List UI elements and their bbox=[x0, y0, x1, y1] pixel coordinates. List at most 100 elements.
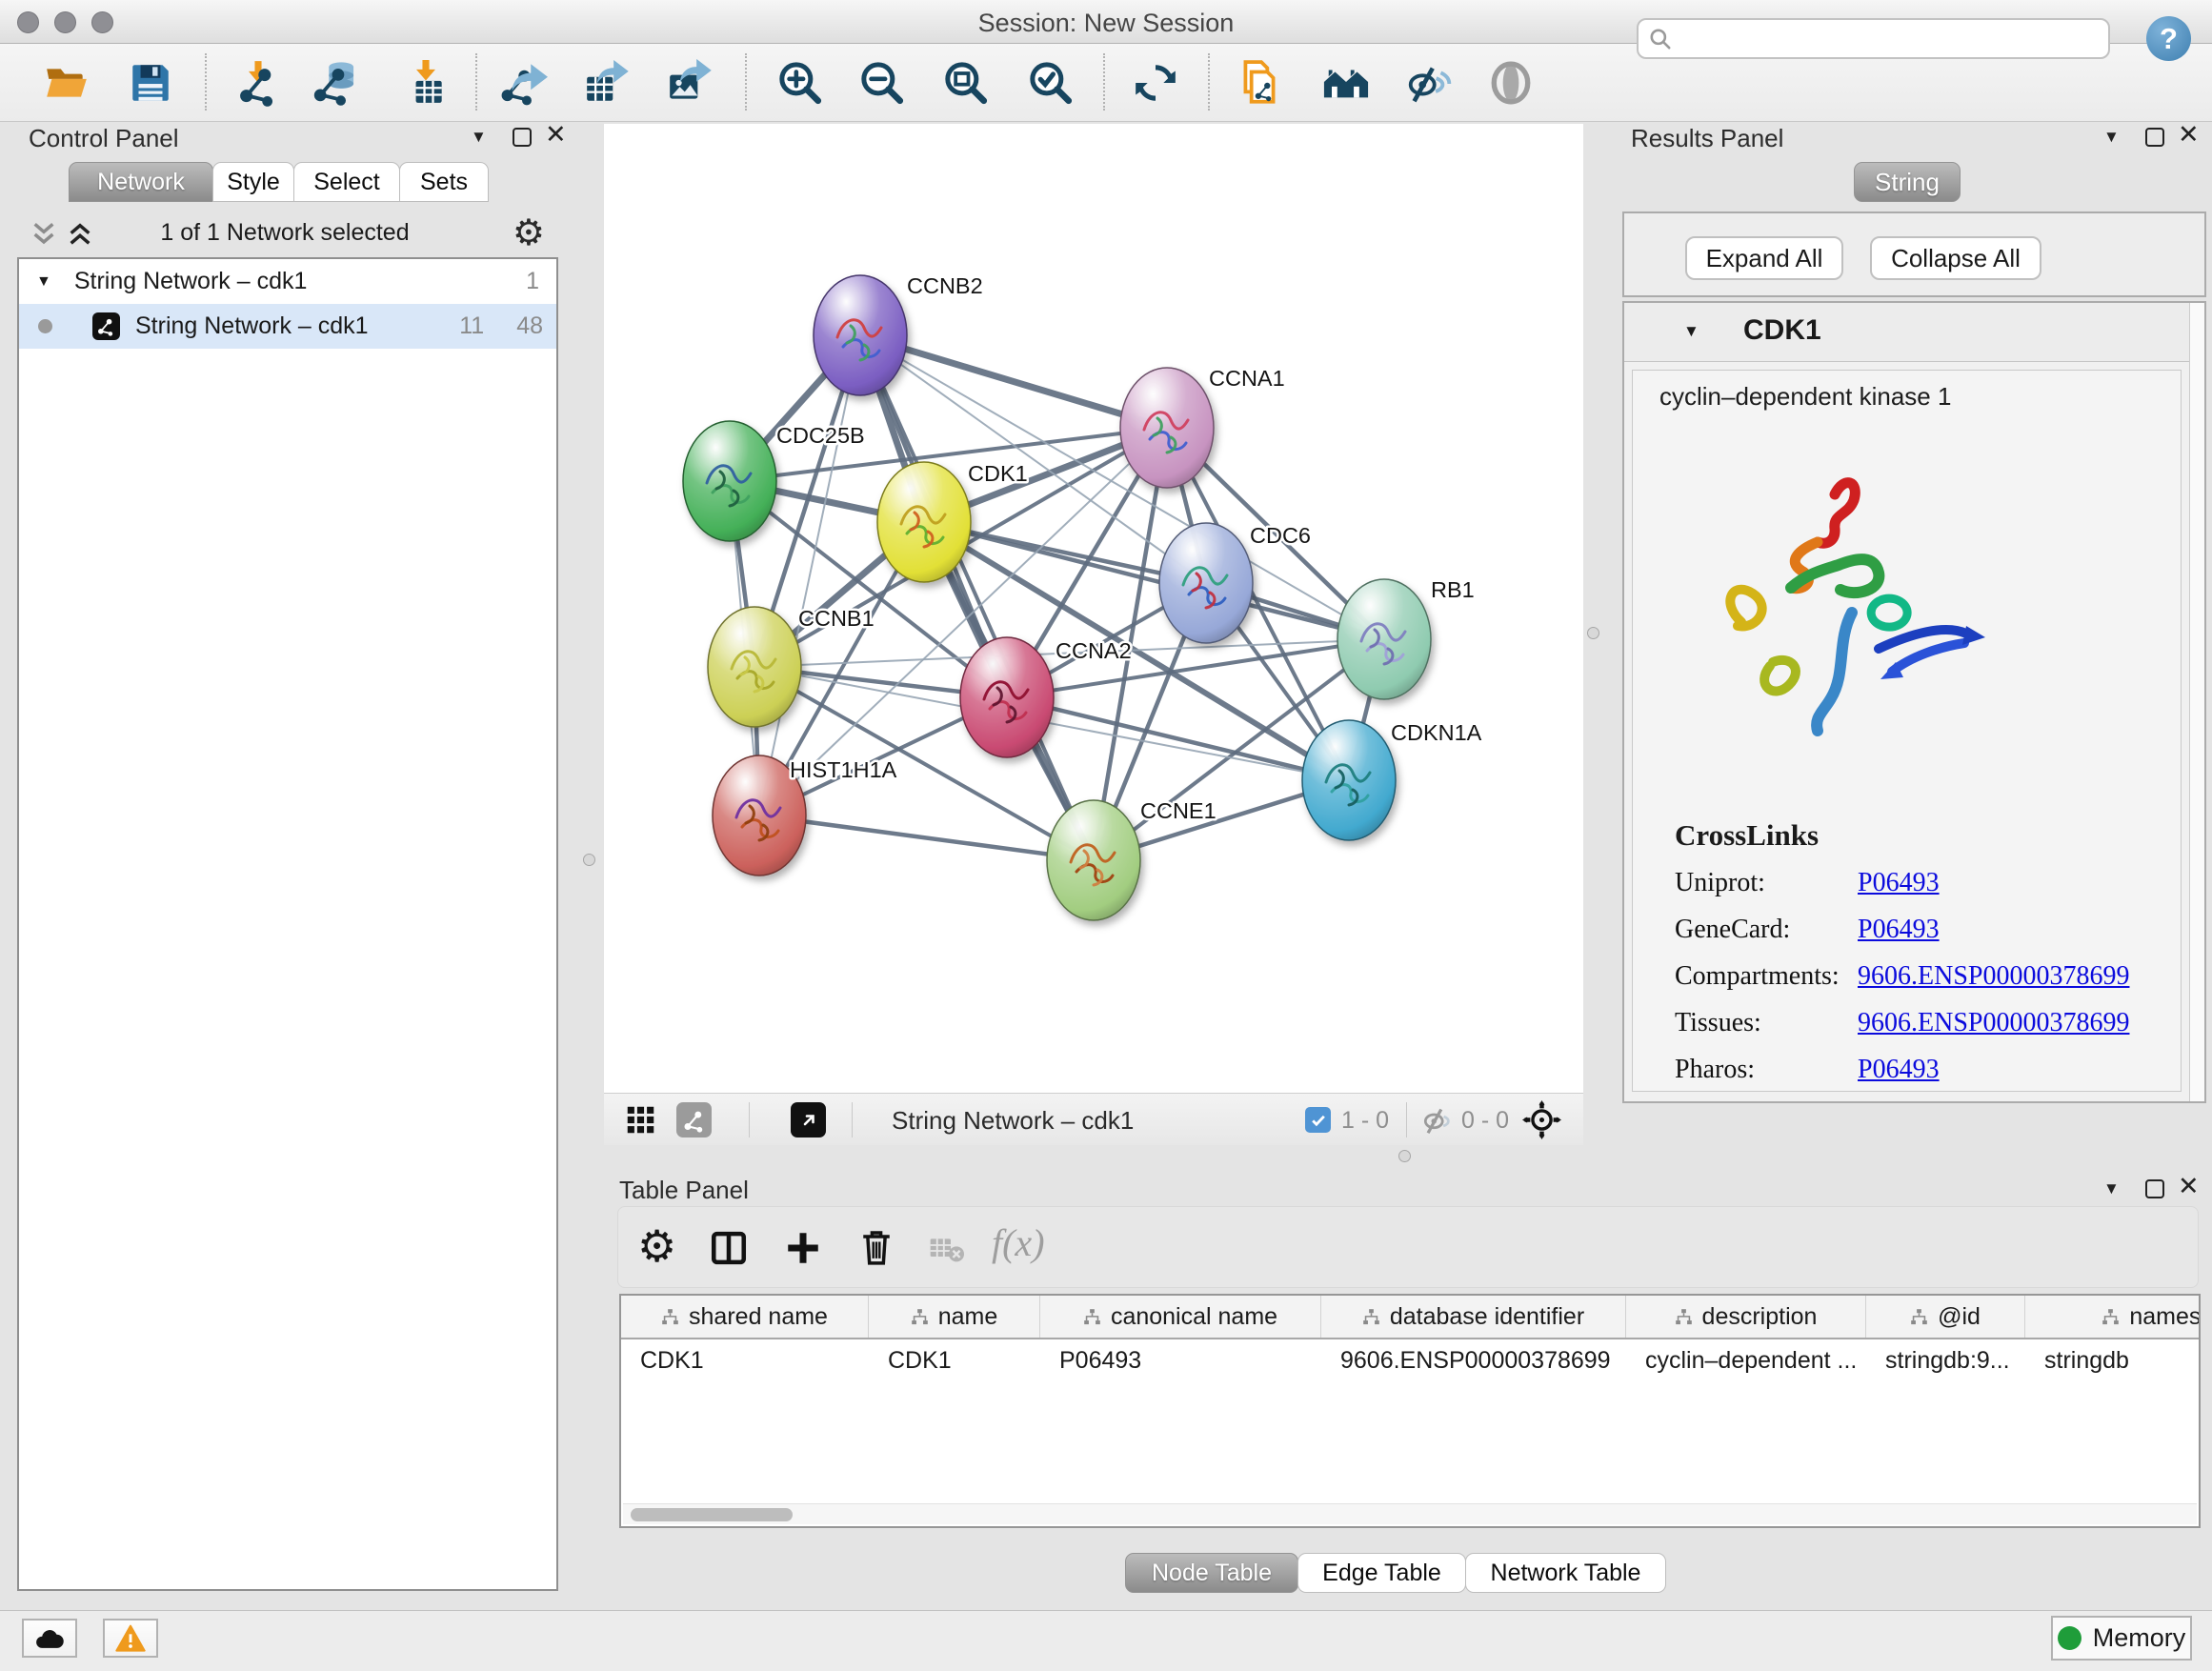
import-database-button[interactable] bbox=[309, 53, 366, 112]
network-node-CCNB1[interactable] bbox=[708, 607, 801, 727]
table-cell[interactable]: stringdb:9... bbox=[1866, 1347, 2025, 1375]
hidden-eye-icon[interactable] bbox=[1419, 1104, 1454, 1136]
save-session-button[interactable] bbox=[122, 53, 179, 112]
network-node-label: RB1 bbox=[1431, 577, 1475, 602]
export-network-button[interactable] bbox=[496, 53, 553, 112]
results-scrollbar[interactable] bbox=[2189, 303, 2204, 1101]
table-row[interactable]: CDK1CDK1P064939606.ENSP00000378699cyclin… bbox=[621, 1339, 2199, 1381]
first-neighbors-button[interactable] bbox=[1317, 53, 1375, 112]
table-panel-title: Table Panel bbox=[619, 1176, 749, 1205]
crosslink-link[interactable]: 9606.ENSP00000378699 bbox=[1858, 961, 2129, 992]
zoom-in-button[interactable] bbox=[772, 53, 829, 112]
table-cell[interactable]: CDK1 bbox=[869, 1347, 1040, 1375]
cloud-button[interactable] bbox=[22, 1619, 77, 1658]
grid-view-icon[interactable] bbox=[625, 1104, 656, 1136]
table-settings-gear-icon[interactable]: ⚙ bbox=[637, 1220, 676, 1272]
column-header-database-identifier[interactable]: database identifier bbox=[1321, 1296, 1626, 1338]
selected-checkbox-icon[interactable] bbox=[1305, 1107, 1331, 1133]
network-node-CDC6[interactable] bbox=[1159, 523, 1253, 643]
gene-section-header[interactable]: ▼ CDK1 bbox=[1624, 303, 2204, 362]
delete-column-trash-icon[interactable] bbox=[855, 1226, 897, 1268]
zoom-fit-button[interactable] bbox=[937, 53, 995, 112]
table-panel-collapse-icon[interactable]: ▼ bbox=[2103, 1179, 2120, 1198]
table-hscrollbar-thumb[interactable] bbox=[631, 1508, 793, 1521]
export-table-button[interactable] bbox=[578, 53, 635, 112]
network-collection-row[interactable]: ▼ String Network – cdk1 1 bbox=[19, 259, 556, 304]
import-table-button[interactable] bbox=[397, 53, 454, 112]
results-panel-close-icon[interactable]: ✕ bbox=[2178, 120, 2200, 150]
crosslink-link[interactable]: 9606.ENSP00000378699 bbox=[1858, 1008, 2129, 1038]
show-columns-icon[interactable] bbox=[709, 1228, 749, 1268]
network-node-CDKN1A[interactable] bbox=[1302, 720, 1396, 840]
table-panel-float-icon[interactable] bbox=[2145, 1179, 2164, 1198]
open-in-window-icon[interactable] bbox=[791, 1102, 826, 1137]
expand-all-button[interactable]: Expand All bbox=[1685, 236, 1843, 280]
table-cell[interactable]: CDK1 bbox=[621, 1347, 869, 1375]
column-header-name[interactable]: name bbox=[869, 1296, 1040, 1338]
table-header-row: shared namenamecanonical namedatabase id… bbox=[621, 1296, 2199, 1339]
control-panel-collapse-icon[interactable]: ▼ bbox=[471, 128, 487, 147]
network-options-gear-icon[interactable]: ⚙ bbox=[513, 211, 545, 254]
table-cell[interactable]: stringdb bbox=[2025, 1347, 2201, 1375]
zoom-out-button[interactable] bbox=[854, 53, 911, 112]
right-splitter-handle[interactable] bbox=[1587, 627, 1599, 639]
results-panel-float-icon[interactable] bbox=[2145, 128, 2164, 147]
tab-network-table[interactable]: Network Table bbox=[1465, 1553, 1666, 1593]
table-cell[interactable]: cyclin–dependent ... bbox=[1626, 1347, 1866, 1375]
memory-button[interactable]: Memory bbox=[2051, 1616, 2192, 1661]
network-node-CCNA1[interactable] bbox=[1120, 368, 1214, 488]
hide-selected-button[interactable] bbox=[1399, 53, 1457, 112]
export-image-icon bbox=[666, 59, 714, 107]
show-all-button[interactable] bbox=[1482, 53, 1539, 112]
search-box[interactable] bbox=[1637, 18, 2110, 59]
birdseye-navigator-icon[interactable] bbox=[1522, 1100, 1561, 1139]
network-node-RB1[interactable] bbox=[1337, 579, 1431, 699]
tab-node-table[interactable]: Node Table bbox=[1125, 1553, 1298, 1593]
tab-style[interactable]: Style bbox=[212, 162, 294, 202]
table-panel-close-icon[interactable]: ✕ bbox=[2178, 1172, 2200, 1201]
apply-layout-button[interactable] bbox=[1127, 53, 1184, 112]
network-row-selected[interactable]: String Network – cdk1 11 48 bbox=[19, 304, 556, 349]
network-node-CDK1[interactable] bbox=[877, 462, 971, 582]
string-network-badge-icon[interactable] bbox=[676, 1102, 712, 1137]
column-header-shared-name[interactable]: shared name bbox=[621, 1296, 869, 1338]
control-panel-title: Control Panel bbox=[29, 124, 179, 153]
import-network-button[interactable] bbox=[230, 53, 287, 112]
results-panel-collapse-icon[interactable]: ▼ bbox=[2103, 128, 2120, 147]
control-panel-float-icon[interactable] bbox=[513, 128, 532, 147]
warnings-button[interactable] bbox=[103, 1619, 158, 1658]
help-button[interactable]: ? bbox=[2146, 16, 2191, 61]
network-node-CCNE1[interactable] bbox=[1047, 800, 1140, 920]
tab-string[interactable]: String bbox=[1854, 162, 1961, 202]
crosslink-link[interactable]: P06493 bbox=[1858, 868, 1940, 898]
export-image-button[interactable] bbox=[661, 53, 718, 112]
gene-expand-icon[interactable]: ▼ bbox=[1683, 322, 1699, 341]
crosslink-link[interactable]: P06493 bbox=[1858, 915, 1940, 945]
column-header-namespace[interactable]: namespace bbox=[2025, 1296, 2201, 1338]
bottom-splitter-handle[interactable] bbox=[1398, 1150, 1411, 1162]
tab-network[interactable]: Network bbox=[69, 162, 213, 202]
network-node-CCNA2[interactable] bbox=[960, 637, 1054, 757]
create-column-plus-icon[interactable] bbox=[783, 1228, 823, 1268]
network-from-selection-button[interactable] bbox=[1231, 53, 1288, 112]
search-input[interactable] bbox=[1680, 22, 2108, 56]
open-session-button[interactable] bbox=[38, 53, 95, 112]
column-header-canonical-name[interactable]: canonical name bbox=[1040, 1296, 1321, 1338]
network-node-CCNB2[interactable] bbox=[814, 275, 907, 395]
zoom-selected-button[interactable] bbox=[1022, 53, 1079, 112]
table-cell[interactable]: 9606.ENSP00000378699 bbox=[1321, 1347, 1626, 1375]
collapse-all-button[interactable]: Collapse All bbox=[1870, 236, 2041, 280]
network-node-CDC25B[interactable] bbox=[683, 421, 776, 541]
tab-edge-table[interactable]: Edge Table bbox=[1297, 1553, 1466, 1593]
left-splitter-handle[interactable] bbox=[583, 854, 595, 866]
table-cell[interactable]: P06493 bbox=[1040, 1347, 1321, 1375]
control-panel-close-icon[interactable]: ✕ bbox=[545, 120, 567, 150]
column-header-description[interactable]: description bbox=[1626, 1296, 1866, 1338]
tab-select[interactable]: Select bbox=[293, 162, 400, 202]
network-canvas[interactable]: CCNB2CCNA1CDC25BCDK1CDC6RB1CCNB1CCNA2CDK… bbox=[604, 124, 1583, 1093]
collection-expand-icon[interactable]: ▼ bbox=[36, 273, 51, 291]
column-header--id[interactable]: @id bbox=[1866, 1296, 2025, 1338]
tab-sets[interactable]: Sets bbox=[399, 162, 489, 202]
crosslink-link[interactable]: P06493 bbox=[1858, 1055, 1940, 1085]
import-table-icon bbox=[402, 59, 450, 107]
